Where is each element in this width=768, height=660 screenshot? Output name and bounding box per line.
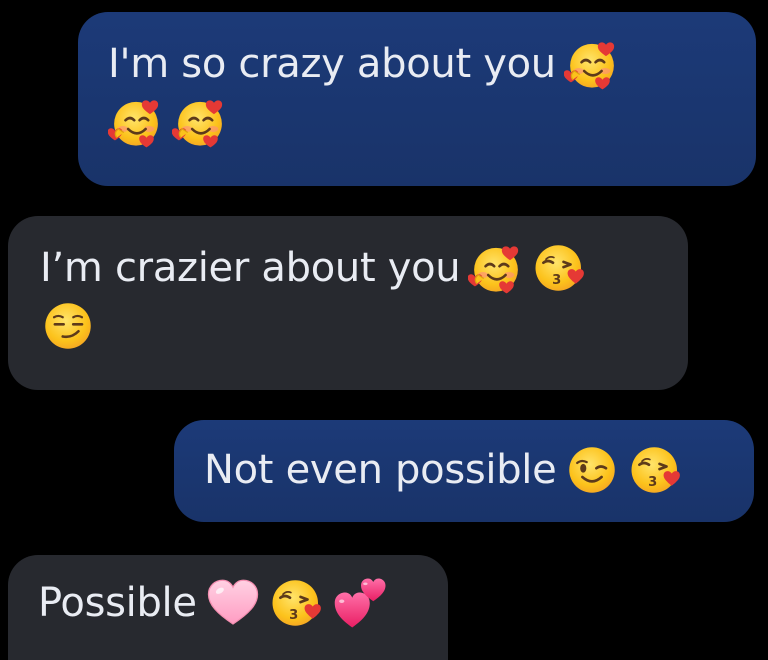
message-text: I’m crazier about you xyxy=(40,245,461,291)
two-hearts-icon xyxy=(333,575,389,631)
message-line: I’m crazier about you xyxy=(40,238,658,298)
message-text: I'm so crazy about you xyxy=(108,41,556,87)
pink-heart-icon xyxy=(205,575,261,631)
message-line: Not even possible xyxy=(204,440,724,500)
kissing-heart-face-icon xyxy=(532,240,588,296)
smirking-face-icon xyxy=(40,298,96,354)
message-text: Possible xyxy=(38,580,197,626)
message-bubble-received[interactable]: I’m crazier about you xyxy=(8,216,688,390)
hugging-face-hearts-icon xyxy=(468,240,524,296)
message-line xyxy=(108,94,726,150)
message-text: Not even possible xyxy=(204,447,557,493)
message-bubble-sent[interactable]: I'm so crazy about you xyxy=(78,12,756,186)
hugging-face-hearts-icon xyxy=(108,94,164,150)
message-line xyxy=(40,298,658,354)
message-line: I'm so crazy about you xyxy=(108,34,726,94)
hugging-face-hearts-icon xyxy=(172,94,228,150)
winking-face-icon xyxy=(564,442,620,498)
message-line: Possible xyxy=(38,573,428,633)
message-bubble-received[interactable]: Possible xyxy=(8,555,448,660)
kissing-heart-face-icon xyxy=(628,442,684,498)
hugging-face-hearts-icon xyxy=(564,36,620,92)
message-bubble-sent[interactable]: Not even possible xyxy=(174,420,754,522)
kissing-heart-face-icon xyxy=(269,575,325,631)
